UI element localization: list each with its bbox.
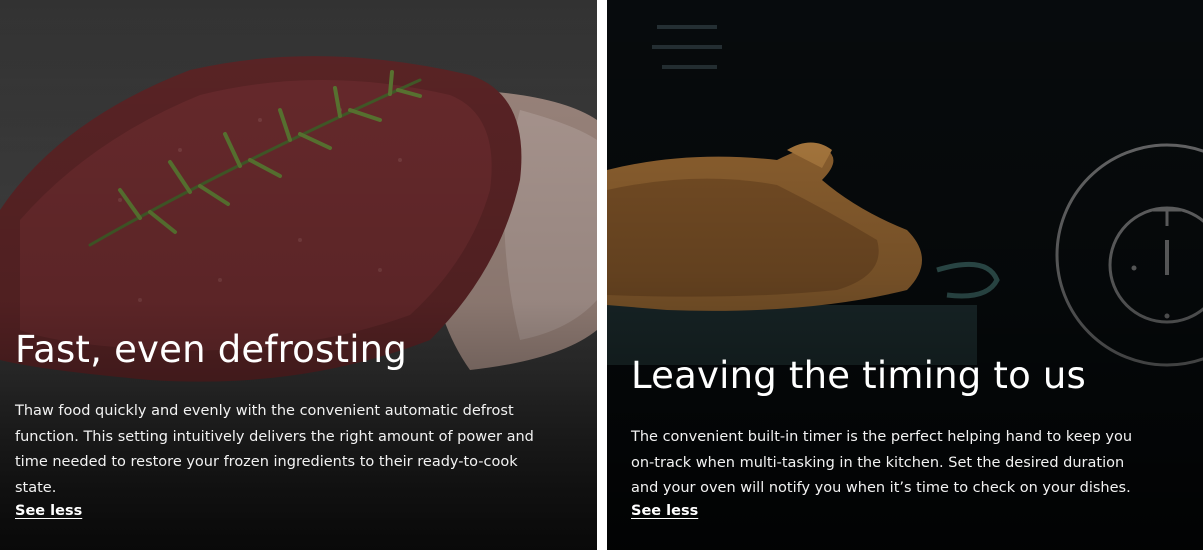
card-description: The convenient built-in timer is the per…: [631, 429, 1133, 496]
card-description: Thaw food quickly and evenly with the co…: [15, 403, 534, 496]
feature-card-timer: Leaving the timing to us The convenient …: [607, 0, 1203, 550]
card-title: Leaving the timing to us: [631, 354, 1086, 397]
feature-card-defrosting: Fast, even defrosting Thaw food quickly …: [0, 0, 597, 550]
card-title: Fast, even defrosting: [15, 328, 408, 371]
see-less-link[interactable]: See less: [631, 503, 698, 519]
see-less-link[interactable]: See less: [15, 503, 82, 519]
